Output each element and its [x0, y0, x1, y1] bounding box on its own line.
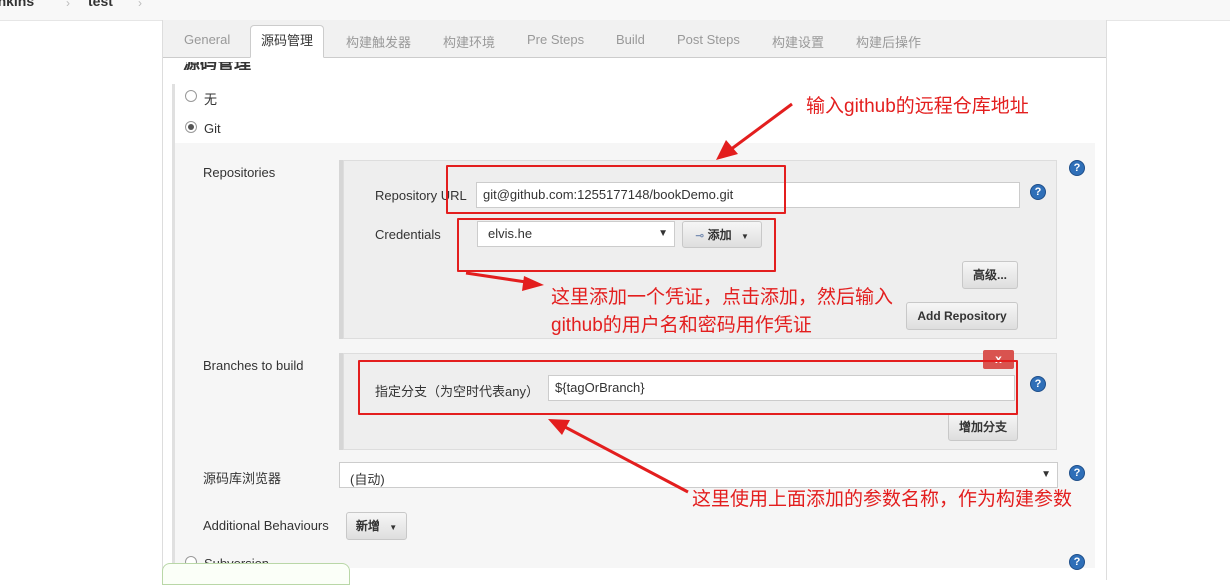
arrow-to-credentials [465, 271, 527, 284]
arrow-head [522, 276, 544, 291]
annotation-repository-url: 输入github的远程仓库地址 [806, 96, 1029, 117]
arrow-to-branch-specifier [564, 425, 689, 494]
arrow-head [716, 140, 738, 160]
annotation-branch: 这里使用上面添加的参数名称，作为构建参数 [692, 489, 1073, 510]
annotation-credentials-line1: 这里添加一个凭证，点击添加，然后输入 [551, 287, 894, 308]
annotation-credentials-line2: github的用户名和密码用作凭证 [551, 315, 812, 336]
arrow-to-repository-url [729, 102, 793, 152]
